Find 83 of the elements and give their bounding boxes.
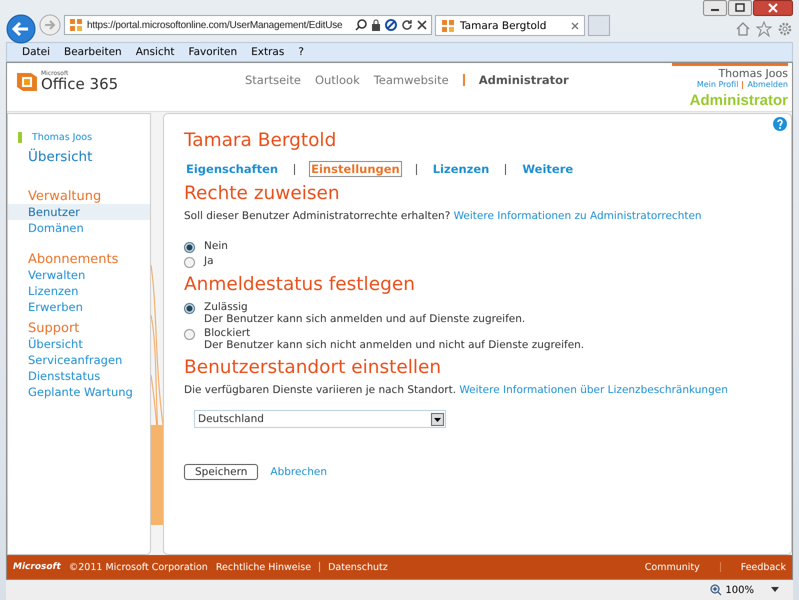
- role-title: Administrator: [688, 91, 788, 111]
- sidebar-item[interactable]: Dienststatus: [8, 368, 150, 384]
- blocked-icon[interactable]: [385, 19, 397, 31]
- tab[interactable]: Lizenzen: [430, 161, 492, 177]
- home-icon[interactable]: [735, 21, 751, 37]
- zoom-level[interactable]: 100%: [725, 584, 754, 596]
- sidebar-item[interactable]: Erwerben: [8, 299, 150, 315]
- back-icon[interactable]: [6, 14, 36, 44]
- url-text: https://portal.microsoftonline.com/UserManagement/EditUse: [87, 20, 344, 30]
- save-button[interactable]: Speichern: [184, 464, 258, 480]
- star-icon[interactable]: [756, 21, 772, 37]
- sidebar-link[interactable]: Übersicht: [8, 149, 150, 165]
- cancel-link[interactable]: Abbrechen: [270, 466, 327, 478]
- sidebar-item[interactable]: Übersicht: [8, 336, 150, 352]
- sidebar-item[interactable]: Benutzer: [8, 204, 150, 220]
- menu-item[interactable]: ?: [291, 46, 311, 58]
- nav-link[interactable]: Administrator: [478, 73, 569, 87]
- tab[interactable]: Weitere: [520, 161, 576, 177]
- address-bar[interactable]: https://portal.microsoftonline.com/UserManagement/EditUse: [64, 15, 432, 35]
- zoom-icon[interactable]: [710, 584, 722, 596]
- section-heading: Benutzerstandort einstellen: [184, 357, 442, 378]
- nav-link[interactable]: Teamwebsite: [374, 73, 449, 87]
- option-description: Der Benutzer kann sich nicht anmelden und nicht auf Dienste zugreifen.: [204, 339, 584, 351]
- sidebar-item[interactable]: Lizenzen: [8, 283, 150, 299]
- site-icon[interactable]: [441, 18, 455, 32]
- radio-button[interactable]: [184, 257, 195, 268]
- tab[interactable]: Eigenschaften: [184, 161, 280, 177]
- description-text: Soll dieser Benutzer Administratorrechte erhalten?: [184, 210, 450, 222]
- radio-label: Nein: [204, 240, 228, 252]
- user-name: Thomas Joos: [18, 132, 150, 143]
- radio-label: Ja: [204, 255, 214, 267]
- product-name: Office 365: [41, 76, 118, 92]
- section-heading: Rechte zuweisen: [184, 183, 341, 204]
- location-dropdown[interactable]: Deutschland: [194, 410, 446, 428]
- radio-button[interactable]: [184, 242, 195, 253]
- option-description: Der Benutzer kann sich anmelden und auf Dienste zugreifen.: [204, 313, 526, 325]
- tab-title: Tamara Bergtold: [460, 20, 548, 32]
- browser-tab[interactable]: Tamara Bergtold: [435, 15, 585, 36]
- header-link[interactable]: Mein Profil: [696, 80, 738, 89]
- close-icon[interactable]: [571, 22, 579, 30]
- lock-icon[interactable]: [371, 19, 381, 31]
- section-heading: Verwaltung: [27, 189, 102, 204]
- search-icon[interactable]: [355, 19, 367, 31]
- radio-label: Blockiert: [204, 327, 252, 339]
- description-text: Die verfügbaren Dienste variieren je nach Standort.: [184, 384, 456, 396]
- menu-item[interactable]: Favoriten: [182, 46, 244, 58]
- close-icon[interactable]: [753, 0, 793, 16]
- menu-item[interactable]: Bearbeiten: [57, 46, 129, 58]
- maximize-icon[interactable]: [728, 0, 752, 16]
- menu-item[interactable]: Ansicht: [128, 46, 182, 58]
- header-link[interactable]: Abmelden: [747, 80, 788, 89]
- info-link[interactable]: Weitere Informationen zu Administratorrechten: [454, 210, 702, 222]
- user-name: Thomas Joos: [717, 67, 788, 80]
- menu-item[interactable]: Datei: [15, 46, 58, 58]
- footer-link[interactable]: Rechtliche Hinweise: [216, 562, 312, 572]
- sidebar-item[interactable]: Domänen: [8, 220, 150, 236]
- site-icon[interactable]: [69, 18, 83, 32]
- section-heading: Anmeldestatus festlegen: [184, 274, 416, 295]
- sidebar-item[interactable]: Verwalten: [8, 267, 150, 283]
- close-icon[interactable]: [417, 20, 427, 30]
- footer-link[interactable]: Feedback: [740, 562, 786, 572]
- sidebar-item[interactable]: Serviceanfragen: [8, 352, 150, 368]
- footer-link[interactable]: Datenschutz: [328, 562, 388, 572]
- settings-icon[interactable]: [777, 21, 793, 37]
- help-icon[interactable]: [773, 117, 787, 131]
- tab[interactable]: Einstellungen: [309, 161, 402, 177]
- page-title: Tamara Bergtold: [184, 130, 338, 151]
- footer-link[interactable]: Community: [644, 562, 700, 572]
- section-heading: Abonnements: [27, 252, 120, 267]
- menu-item[interactable]: Extras: [244, 46, 292, 58]
- radio-button[interactable]: [184, 303, 195, 314]
- section-heading: Support: [27, 321, 80, 336]
- caret-icon[interactable]: [771, 587, 779, 593]
- copyright-text: ©2011 Microsoft Corporation: [68, 562, 208, 572]
- radio-label: Zulässig: [204, 301, 249, 313]
- nav-link[interactable]: Startseite: [245, 73, 301, 87]
- nav-link[interactable]: Outlook: [314, 73, 360, 87]
- refresh-icon[interactable]: [401, 19, 413, 31]
- footer-logo: Microsoft: [13, 562, 61, 572]
- radio-button[interactable]: [184, 329, 195, 340]
- minimize-icon[interactable]: [703, 0, 727, 16]
- sidebar-item[interactable]: Geplante Wartung: [8, 384, 150, 400]
- info-link[interactable]: Weitere Informationen über Lizenzbeschränkungen: [459, 384, 728, 396]
